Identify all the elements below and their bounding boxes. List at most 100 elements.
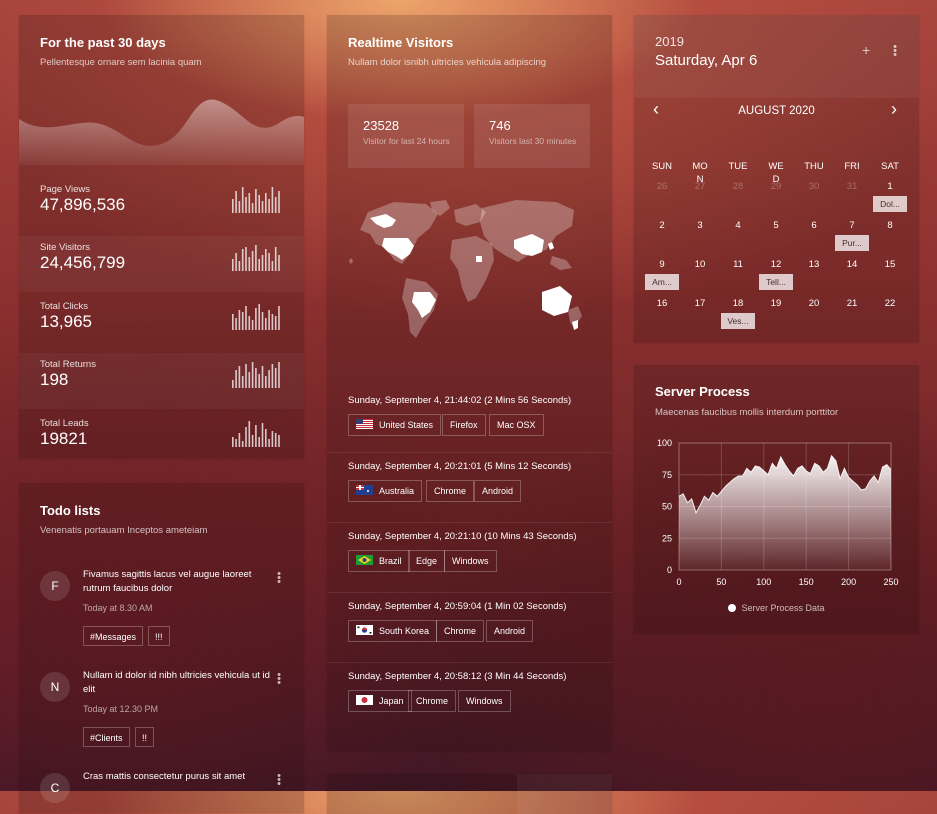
calendar-day[interactable]: 31: [837, 181, 867, 192]
pill-label: Japan: [379, 696, 404, 706]
visit-row: Sunday, September 4, 20:58:12 (3 Min 44 …: [327, 662, 612, 733]
calendar-day[interactable]: 26: [647, 181, 677, 192]
calendar-day[interactable]: 17: [685, 298, 715, 309]
calendar-day[interactable]: 29: [761, 181, 791, 192]
kebab-menu-icon[interactable]: • • •: [276, 771, 282, 790]
jp-flag-icon: [356, 695, 373, 705]
mini-bar-chart-icon: [232, 362, 280, 388]
browser-pill[interactable]: Chrome: [408, 690, 457, 712]
calendar-day[interactable]: 8: [875, 220, 905, 231]
mini-bar-chart-icon: [232, 421, 280, 447]
visit-datetime: Sunday, September 4, 20:21:01 (5 Mins 12…: [348, 461, 572, 472]
calendar-event[interactable]: Am...: [645, 274, 679, 290]
tag[interactable]: #Clients: [83, 727, 130, 747]
calendar-day[interactable]: 9: [647, 259, 677, 270]
os-pill[interactable]: Windows: [458, 690, 511, 712]
pill-label: Edge: [416, 556, 438, 566]
os-pill[interactable]: Android: [474, 480, 522, 502]
os-pill[interactable]: Android: [486, 620, 534, 642]
visitors-30m-caption: Visitors last 30 minutes: [489, 136, 577, 146]
calendar-day[interactable]: 21: [837, 298, 867, 309]
tag[interactable]: #Messages: [83, 626, 144, 646]
tag[interactable]: !!!: [148, 626, 170, 646]
calendar-day[interactable]: 22: [875, 298, 905, 309]
country-pill[interactable]: Japan: [348, 690, 412, 712]
calendar-day[interactable]: 12: [761, 259, 791, 270]
kebab-menu-icon[interactable]: • • •: [892, 42, 898, 61]
calendar-day[interactable]: 10: [685, 259, 715, 270]
calendar-day[interactable]: 2: [647, 220, 677, 231]
browser-pill[interactable]: Chrome: [436, 620, 485, 642]
tag[interactable]: !!: [135, 727, 155, 747]
calendar-day[interactable]: 18: [723, 298, 753, 309]
legend-label: Server Process Data: [741, 603, 825, 613]
y-tick-label: 25: [662, 533, 672, 543]
os-pill[interactable]: Windows: [444, 550, 497, 572]
todo-time: Today at 8.30 AM: [83, 603, 153, 613]
calendar-day[interactable]: 5: [761, 220, 791, 231]
country-pill[interactable]: South Korea: [348, 620, 438, 642]
us-flag-icon: [356, 419, 373, 429]
calendar-day[interactable]: 28: [723, 181, 753, 192]
stats-card-subtitle: Pellentesque ornare sem lacinia quam: [40, 57, 202, 68]
stat-row: Total Leads 19821: [19, 412, 304, 458]
pill-label: Windows: [452, 556, 489, 566]
kebab-menu-icon[interactable]: • • •: [276, 569, 282, 588]
pill-label: Chrome: [444, 626, 477, 636]
visit-datetime: Sunday, September 4, 20:59:04 (1 Min 02 …: [348, 601, 567, 612]
browser-pill[interactable]: Edge: [408, 550, 446, 572]
calendar-day[interactable]: 13: [799, 259, 829, 270]
calendar-day[interactable]: 14: [837, 259, 867, 270]
visit-datetime: Sunday, September 4, 20:58:12 (3 Min 44 …: [348, 671, 567, 682]
browser-pill[interactable]: Firefox: [442, 414, 486, 436]
calendar-day[interactable]: 20: [799, 298, 829, 309]
country-pill[interactable]: Australia: [348, 480, 423, 502]
os-pill[interactable]: Mac OSX: [489, 414, 544, 436]
pill-label: Firefox: [450, 420, 478, 430]
stat-value: 24,456,799: [40, 253, 126, 272]
realtime-card-title: Realtime Visitors: [348, 35, 454, 50]
calendar-event[interactable]: Tell...: [759, 274, 793, 290]
calendar-day[interactable]: 19: [761, 298, 791, 309]
wave-chart-icon: [19, 99, 304, 165]
calendar-day[interactable]: 11: [723, 259, 753, 270]
calendar-day[interactable]: 16: [647, 298, 677, 309]
visitors-24h-value: 23528: [363, 118, 400, 133]
visit-row: Sunday, September 4, 21:44:02 (2 Mins 56…: [327, 387, 612, 457]
area-series: [679, 455, 891, 570]
chevron-right-icon[interactable]: ›: [891, 99, 897, 120]
calendar-day[interactable]: 30: [799, 181, 829, 192]
calendar-day[interactable]: 3: [685, 220, 715, 231]
country-pill[interactable]: Brazil: [348, 550, 410, 572]
calendar-day[interactable]: 27: [685, 181, 715, 192]
y-tick-label: 100: [657, 438, 672, 448]
y-tick-label: 0: [667, 565, 672, 575]
calendar-day[interactable]: 15: [875, 259, 905, 270]
server-process-card: Server Process Maecenas faucibus mollis …: [634, 365, 919, 633]
x-tick-label: 0: [676, 577, 681, 587]
mini-bar-chart-icon: [232, 304, 280, 330]
calendar-event[interactable]: Dol...: [873, 196, 907, 212]
calendar-day[interactable]: 7: [837, 220, 867, 231]
pill-label: Android: [482, 486, 514, 496]
pill-label: United States: [379, 420, 434, 430]
stats-card: For the past 30 days Pellentesque ornare…: [19, 15, 304, 458]
stat-label: Total Returns: [40, 359, 96, 370]
bottom-card: [327, 774, 612, 814]
plus-icon[interactable]: +: [862, 42, 870, 58]
calendar-event[interactable]: Pur...: [835, 235, 869, 251]
visit-row: Sunday, September 4, 20:21:10 (10 Mins 4…: [327, 522, 612, 593]
calendar-day[interactable]: 6: [799, 220, 829, 231]
calendar-day[interactable]: 4: [723, 220, 753, 231]
browser-pill[interactable]: Chrome: [426, 480, 475, 502]
calendar-day[interactable]: 1: [875, 181, 905, 192]
kebab-menu-icon[interactable]: • • •: [276, 670, 282, 689]
y-tick-label: 75: [662, 470, 672, 480]
stat-value: 47,896,536: [40, 195, 126, 214]
stat-value: 13,965: [40, 312, 92, 331]
mini-bar-chart-icon: [232, 245, 280, 271]
country-pill[interactable]: United States: [348, 414, 442, 436]
calendar-event[interactable]: Ves...: [721, 313, 755, 329]
pill-label: Mac OSX: [497, 420, 536, 430]
todo-time: Today at 12.30 PM: [83, 704, 159, 714]
